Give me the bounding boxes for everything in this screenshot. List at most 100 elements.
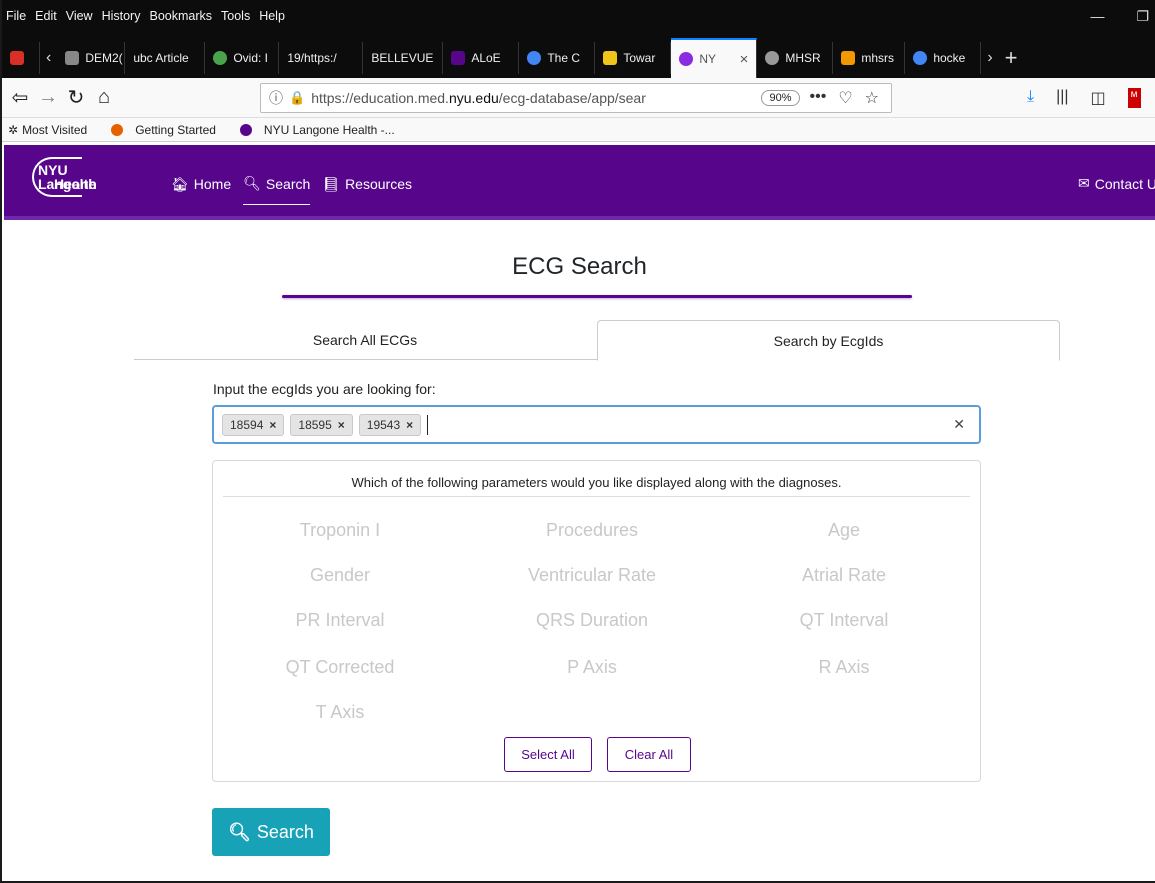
tab-scroll-right-icon[interactable]: ›: [981, 49, 998, 67]
search-tabs: Search All ECGs Search by EcgIds: [134, 320, 1060, 361]
menu-file[interactable]: File: [6, 9, 26, 23]
param-ventricular-rate[interactable]: Ventricular Rate: [477, 565, 707, 586]
title-underline: [282, 295, 912, 298]
close-tab-icon[interactable]: ×: [740, 51, 749, 68]
param-t-axis[interactable]: T Axis: [225, 702, 455, 723]
remove-tag-icon[interactable]: ×: [269, 418, 276, 432]
page-title: ECG Search: [512, 253, 647, 280]
search-button-label: Search: [256, 821, 314, 842]
param-atrial-rate[interactable]: Atrial Rate: [729, 565, 959, 586]
tab-item[interactable]: mhsrs: [833, 42, 906, 74]
tab-item[interactable]: DEM2(: [57, 42, 126, 74]
menu-view[interactable]: View: [66, 9, 93, 23]
tab-item[interactable]: The C: [519, 42, 596, 74]
param-troponin[interactable]: Troponin I: [225, 520, 455, 541]
tab-label: The C: [547, 51, 581, 65]
menu-tools[interactable]: Tools: [221, 9, 250, 23]
param-age[interactable]: Age: [729, 520, 959, 541]
param-r-axis[interactable]: R Axis: [729, 657, 959, 678]
gmail-icon: [10, 51, 24, 65]
text-caret: [427, 414, 429, 435]
param-p-axis[interactable]: P Axis: [477, 657, 707, 678]
google-icon: [913, 51, 928, 65]
tab-favicon-icon: [451, 51, 466, 65]
ecgid-tag: 19543 ×: [358, 413, 422, 436]
forward-icon[interactable]: →: [34, 86, 62, 109]
remove-tag-icon[interactable]: ×: [406, 418, 413, 432]
tab-item[interactable]: BELLEVUE: [363, 42, 444, 74]
tab-favicon-icon: [65, 51, 80, 65]
menu-help[interactable]: Help: [259, 9, 285, 23]
bookmark-star-icon[interactable]: ☆: [865, 88, 879, 108]
search-icon: 🔍︎: [243, 175, 261, 191]
parameters-panel: Which of the following parameters would …: [212, 460, 981, 782]
tab-favicon-icon: [765, 51, 780, 65]
bookmark-nyu[interactable]: NYU Langone Health -...: [239, 123, 407, 137]
gmail-tab[interactable]: [2, 42, 40, 74]
nav-home[interactable]: 🏠︎ Home: [171, 175, 231, 205]
clear-all-button[interactable]: Clear All: [607, 737, 691, 772]
tab-label: NY: [699, 52, 716, 66]
tab-item[interactable]: MHSR: [757, 42, 834, 74]
url-bar[interactable]: ⓘ 🔒 https://education.med.nyu.edu/ecg-da…: [260, 83, 892, 113]
bookmark-most-visited[interactable]: ✲ Most Visited: [8, 123, 99, 137]
param-qrs-duration[interactable]: QRS Duration: [477, 610, 707, 631]
menu-bookmarks[interactable]: Bookmarks: [149, 9, 212, 23]
ecgid-tag: 18594 ×: [222, 413, 285, 436]
tab-label: BELLEVUE: [371, 51, 434, 65]
tab-favicon-icon: [841, 51, 856, 65]
download-icon[interactable]: ⤓: [1027, 88, 1034, 108]
tab-search-all[interactable]: Search All ECGs: [134, 320, 596, 360]
menu-edit[interactable]: Edit: [35, 9, 57, 23]
remove-tag-icon[interactable]: ×: [338, 418, 345, 432]
select-all-button[interactable]: Select All: [504, 737, 592, 772]
tab-item[interactable]: 19/https:/: [279, 42, 364, 74]
extension-icon[interactable]: ᴍ: [1127, 88, 1141, 108]
bookmarks-bar: ✲ Most Visited Getting Started NYU Langon…: [2, 118, 1155, 142]
param-qt-interval[interactable]: QT Interval: [729, 610, 959, 631]
minimize-icon[interactable]: —: [1090, 8, 1104, 25]
library-icon[interactable]: |||: [1056, 88, 1068, 108]
active-tab[interactable]: NY ×: [671, 38, 758, 78]
reload-icon[interactable]: ↻: [62, 85, 90, 110]
gear-icon: ✲: [8, 122, 19, 137]
restore-icon[interactable]: ❐: [1136, 8, 1149, 25]
tab-item[interactable]: ubc Article: [125, 42, 206, 74]
tab-label: mhsrs: [861, 51, 894, 65]
tab-scroll-left-icon[interactable]: ‹: [40, 49, 57, 67]
url-text[interactable]: https://education.med.nyu.edu/ecg-databa…: [311, 90, 761, 106]
ecgids-tag-input[interactable]: 18594 × 18595 × 19543 × ✕: [212, 405, 981, 444]
nav-search[interactable]: 🔍︎ Search: [243, 175, 311, 205]
param-gender[interactable]: Gender: [225, 565, 455, 586]
param-qt-corrected[interactable]: QT Corrected: [225, 657, 455, 678]
tab-item[interactable]: Towar: [595, 42, 672, 74]
tab-label: ALoE: [471, 51, 501, 65]
browser-window: File Edit View History Bookmarks Tools H…: [0, 0, 1155, 883]
search-button[interactable]: 🔍︎ Search: [212, 808, 330, 856]
zoom-level[interactable]: 90%: [761, 90, 800, 106]
nav-contact[interactable]: ✉ Contact U: [1078, 175, 1155, 192]
sidebar-icon[interactable]: ◫: [1091, 88, 1106, 108]
info-icon[interactable]: ⓘ: [269, 88, 283, 108]
firefox-icon: [111, 123, 124, 136]
home-icon: 🏠︎: [171, 175, 189, 192]
nyu-langone-logo[interactable]: NYU Langone Health: [32, 157, 124, 205]
back-icon[interactable]: ⇦: [6, 85, 34, 110]
page-actions-icon[interactable]: •••: [810, 88, 827, 108]
nav-toolbar: ⇦ → ↻ ⌂ ⓘ 🔒 https://education.med.nyu.ed…: [2, 78, 1155, 118]
tab-search-by-ids[interactable]: Search by EcgIds: [597, 320, 1060, 361]
param-procedures[interactable]: Procedures: [477, 520, 707, 541]
param-pr-interval[interactable]: PR Interval: [225, 610, 455, 631]
pocket-icon[interactable]: ♡: [838, 88, 852, 108]
tab-label: 19/https:/: [287, 51, 337, 65]
menu-history[interactable]: History: [102, 9, 141, 23]
tab-label: Ovid: I: [233, 51, 269, 65]
nav-resources[interactable]: 📘︎ Resources: [322, 175, 412, 205]
tab-item[interactable]: ALoE: [443, 42, 520, 74]
bookmark-getting-started[interactable]: Getting Started: [111, 123, 228, 137]
tab-item[interactable]: hocke: [905, 42, 982, 74]
clear-input-icon[interactable]: ✕: [953, 416, 965, 433]
new-tab-icon[interactable]: +: [999, 45, 1024, 71]
tab-item[interactable]: Ovid: I: [205, 42, 280, 74]
home-icon[interactable]: ⌂: [90, 86, 118, 109]
